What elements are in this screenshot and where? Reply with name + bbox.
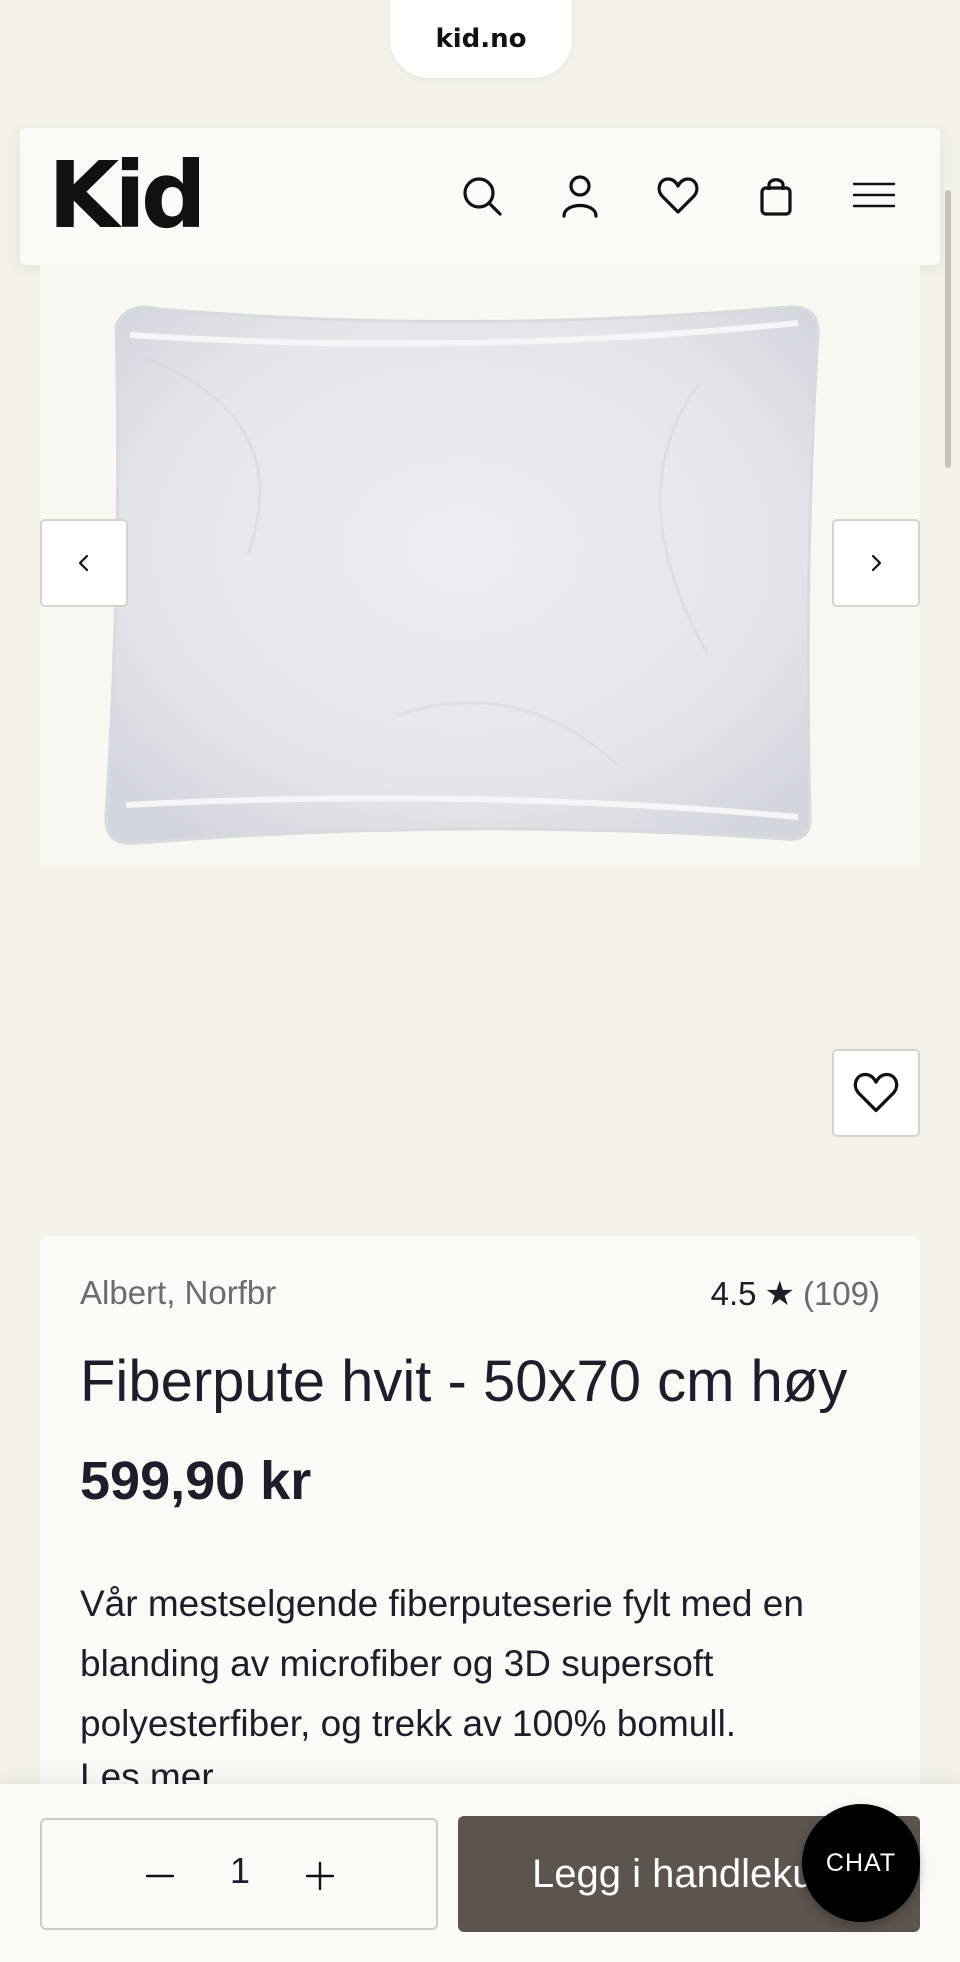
kid-logo[interactable]: Kid — [48, 146, 207, 246]
product-rating[interactable]: 4.5 ★ (109) — [711, 1274, 880, 1314]
quantity-stepper: 1 — [40, 1818, 438, 1930]
menu-icon[interactable] — [846, 168, 902, 224]
product-description: Vår mestselgende fiberputeserie fylt med… — [80, 1583, 804, 1744]
increase-quantity-button[interactable] — [292, 1848, 348, 1904]
gallery-next-button[interactable] — [832, 519, 920, 607]
star-icon: ★ — [764, 1275, 795, 1313]
review-count: (109) — [802, 1275, 880, 1312]
product-title: Fiberpute hvit - 50x70 cm høy — [80, 1349, 848, 1414]
rating-value: 4.5 — [710, 1275, 757, 1312]
account-icon[interactable] — [552, 168, 608, 224]
search-icon[interactable] — [454, 168, 510, 224]
bag-icon[interactable] — [748, 168, 804, 224]
chat-button[interactable]: CHAT — [802, 1804, 920, 1922]
product-image-gallery — [40, 265, 920, 865]
product-price: 599,90 kr — [80, 1451, 312, 1511]
quantity-value[interactable]: 1 — [210, 1850, 270, 1892]
plus-icon — [305, 1861, 335, 1891]
url-bar[interactable]: kid.no — [390, 0, 572, 78]
heart-icon — [853, 1072, 899, 1113]
product-page: kid.no Kid Albert, Norfbr 4.5 ★ (109) Fi… — [0, 0, 960, 1962]
product-info-card: Albert, Norfbr 4.5 ★ (109) Fiberpute hvi… — [40, 1236, 920, 1836]
chevron-left-icon — [78, 554, 89, 572]
gallery-prev-button[interactable] — [40, 519, 128, 607]
product-brand[interactable]: Albert, Norfbr — [80, 1274, 276, 1312]
chevron-right-icon — [871, 554, 882, 572]
decrease-quantity-button[interactable] — [132, 1848, 188, 1904]
pillow-image — [104, 305, 820, 845]
heart-icon[interactable] — [650, 168, 706, 224]
scrollbar[interactable] — [945, 190, 951, 468]
add-to-favorites-button[interactable] — [832, 1049, 920, 1137]
site-header: Kid — [20, 128, 940, 265]
minus-icon — [145, 1874, 175, 1878]
